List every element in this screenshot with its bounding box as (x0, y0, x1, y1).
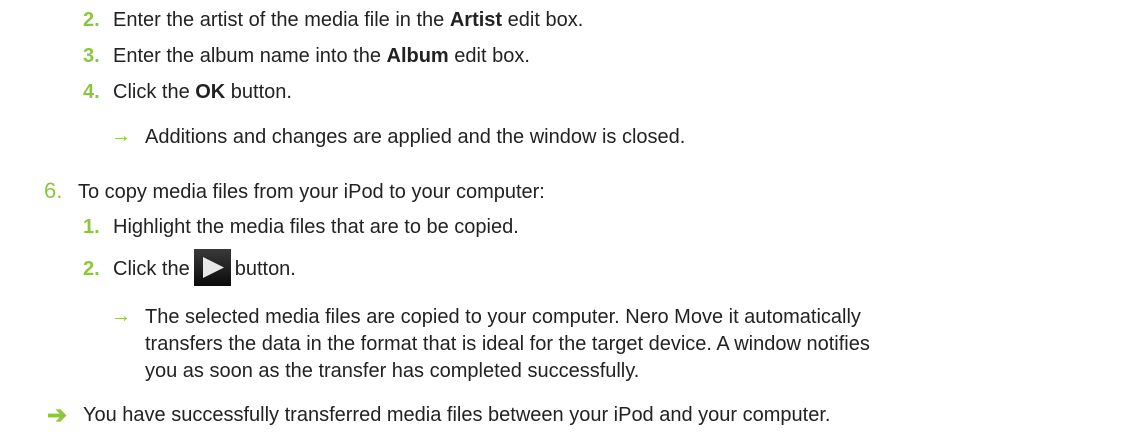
substep-2-artist: 2. Enter the artist of the media file in … (83, 8, 583, 32)
step-number: 3. (83, 45, 100, 67)
step-number: 2. (83, 9, 100, 31)
step-text-post: edit box. (448, 45, 530, 67)
step-number: 6. (44, 178, 63, 203)
substep-1-highlight: 1. Highlight the media files that are to … (83, 215, 519, 239)
step-text: Highlight the media files that are to be… (113, 216, 519, 238)
step-number: 4. (83, 81, 100, 103)
step-text-pre: Enter the album name into the (113, 45, 387, 67)
step-text-post: button. (225, 81, 292, 103)
step-text-pre: Click the (113, 257, 190, 280)
step-text-post: edit box. (502, 9, 584, 31)
step-text-pre: Enter the artist of the media file in th… (113, 9, 450, 31)
substep-4-ok: 4. Click the OK button. (83, 80, 292, 104)
step-6: 6. To copy media files from your iPod to … (44, 179, 545, 204)
result-text-line-3: you as soon as the transfer has complete… (145, 360, 640, 382)
step-text-bold: Artist (449, 9, 503, 31)
result-text-line-2: transfers the data in the format that is… (145, 333, 870, 355)
arrow-right-icon: → (111, 305, 131, 327)
play-icon (193, 249, 231, 286)
step-number: 1. (83, 216, 100, 238)
arrow-right-icon: → (111, 125, 131, 147)
substep-3-album: 3. Enter the album name into the Album ed… (83, 44, 530, 68)
step-text-bold: Album (386, 45, 449, 67)
step-text-bold: OK (195, 81, 226, 103)
result-text: Additions and changes are applied and th… (145, 126, 686, 148)
result-arrow-icon: ➔ (47, 402, 68, 429)
substep-2-click: 2. Click the button. (83, 249, 296, 288)
final-result-text: You have successfully transferred media … (83, 404, 831, 426)
step-text-pre: Click the (113, 81, 196, 103)
step-text: To copy media files from your iPod to yo… (78, 181, 545, 203)
step-number: 2. (83, 257, 100, 280)
result-text-line-1: The selected media files are copied to y… (145, 306, 861, 328)
step-text-post: button. (234, 257, 296, 280)
